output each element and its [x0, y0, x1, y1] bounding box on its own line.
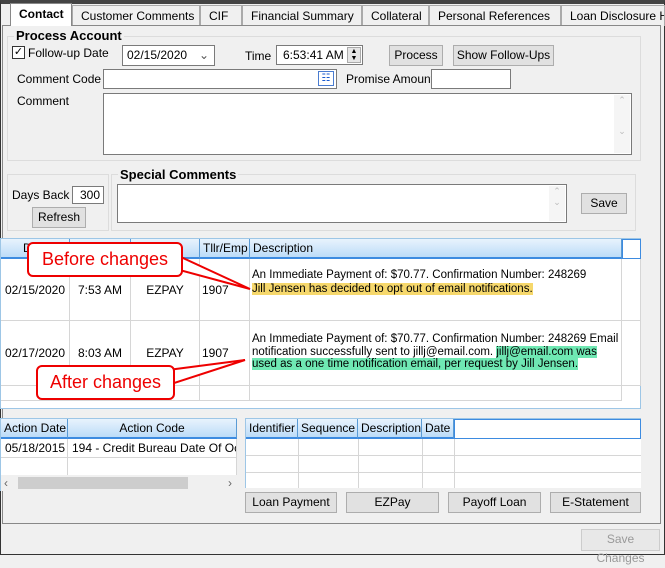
- tab-collateral[interactable]: Collateral: [362, 5, 429, 26]
- scroll-right-icon[interactable]: ›: [228, 476, 232, 490]
- row1-description[interactable]: An Immediate Payment of: $70.77. Confirm…: [250, 259, 622, 321]
- time-input[interactable]: 6:53:41 AM ▲ ▼: [276, 45, 363, 65]
- loan-payment-button[interactable]: Loan Payment: [245, 492, 337, 513]
- column-header-sequence[interactable]: Sequence: [298, 419, 358, 439]
- tab-personal-references[interactable]: Personal References: [429, 5, 561, 26]
- column-header-blank: [454, 419, 641, 439]
- horizontal-scrollbar[interactable]: ‹ ›: [1, 475, 237, 491]
- ezpay-button[interactable]: EZPay: [346, 492, 439, 513]
- identifier-grid: Identifier Sequence Description Date: [245, 418, 641, 488]
- action-row-date[interactable]: 05/18/2015: [1, 439, 68, 458]
- process-button[interactable]: Process: [389, 45, 443, 66]
- tab-loan-disclosure[interactable]: Loan Disclosure H: [561, 5, 665, 26]
- special-comments-title: Special Comments: [118, 167, 239, 182]
- callout-after-changes: After changes: [36, 365, 175, 400]
- process-account-title: Process Account: [14, 28, 124, 43]
- date-value: 02/15/2020: [127, 48, 188, 62]
- column-header-action-date[interactable]: Action Date: [1, 419, 68, 439]
- identifier-rows: [246, 439, 641, 488]
- column-header-action-code[interactable]: Action Code: [68, 419, 237, 439]
- tab-financial-summary[interactable]: Financial Summary: [242, 5, 362, 26]
- scroll-left-icon[interactable]: ‹: [4, 476, 8, 490]
- divider: [422, 439, 423, 488]
- e-statement-button[interactable]: E-Statement: [550, 492, 641, 513]
- days-back-input[interactable]: 300: [72, 186, 104, 204]
- callout-before-changes: Before changes: [27, 242, 183, 277]
- after-pointer: [167, 359, 246, 387]
- comment-textarea[interactable]: ⌃ ⌄: [103, 93, 632, 155]
- divider: [298, 439, 299, 488]
- column-header-date[interactable]: Date: [422, 419, 454, 439]
- divider: [454, 439, 455, 488]
- comment-code-label: Comment Code: [17, 72, 102, 86]
- desc-text: An Immediate Payment of: $70.77. Confirm…: [252, 269, 587, 281]
- tab-contact[interactable]: Contact: [10, 3, 72, 26]
- row1-blank: [622, 259, 641, 321]
- row2-description[interactable]: An Immediate Payment of: $70.77. Confirm…: [250, 321, 622, 386]
- column-header-blank: [622, 239, 641, 259]
- save-button[interactable]: Save: [581, 193, 627, 214]
- followup-checkbox[interactable]: ✓: [12, 46, 25, 59]
- followup-date-picker[interactable]: 02/15/2020 ⌄: [122, 45, 215, 66]
- row3-cell: [250, 386, 622, 401]
- scroll-thumb[interactable]: [18, 477, 188, 489]
- column-header-identifier[interactable]: Identifier: [246, 419, 298, 439]
- comment-code-input[interactable]: ☷: [103, 69, 337, 89]
- promise-amount-input[interactable]: [431, 69, 511, 89]
- action-grid: Action Date Action Code 05/18/2015 194 -…: [0, 418, 237, 491]
- row2-blank: [622, 321, 641, 386]
- comment-label: Comment: [17, 94, 70, 108]
- time-label: Time: [245, 49, 272, 63]
- special-comments-scrollbar[interactable]: ⌃ ⌄: [549, 186, 565, 221]
- show-followups-button[interactable]: Show Follow-Ups: [453, 45, 554, 66]
- payoff-loan-button[interactable]: Payoff Loan: [448, 492, 541, 513]
- spinner-icon[interactable]: ▲ ▼: [347, 47, 361, 63]
- column-header-description[interactable]: Description: [250, 239, 622, 259]
- action-row-code[interactable]: 194 - Credit Bureau Date Of Occu: [68, 439, 237, 458]
- special-comments-textarea[interactable]: ⌃ ⌄: [117, 184, 567, 223]
- divider: [358, 439, 359, 488]
- column-header-description[interactable]: Description: [358, 419, 422, 439]
- save-changes-button[interactable]: Save Changes: [581, 529, 660, 565]
- chevron-down-icon: ⌄: [198, 48, 209, 62]
- comment-scrollbar[interactable]: ⌃ ⌄: [614, 95, 630, 153]
- refresh-button[interactable]: Refresh: [32, 207, 86, 228]
- promise-amount-label: Promise Amount: [346, 72, 435, 86]
- followup-label: Follow-up Date: [28, 46, 109, 60]
- list-lookup-icon[interactable]: ☷: [318, 71, 334, 86]
- tab-customer-comments[interactable]: Customer Comments: [72, 5, 200, 26]
- time-value: 6:53:41 AM: [283, 48, 344, 62]
- days-back-label: Days Back: [12, 188, 70, 202]
- tab-cif[interactable]: CIF: [200, 5, 242, 26]
